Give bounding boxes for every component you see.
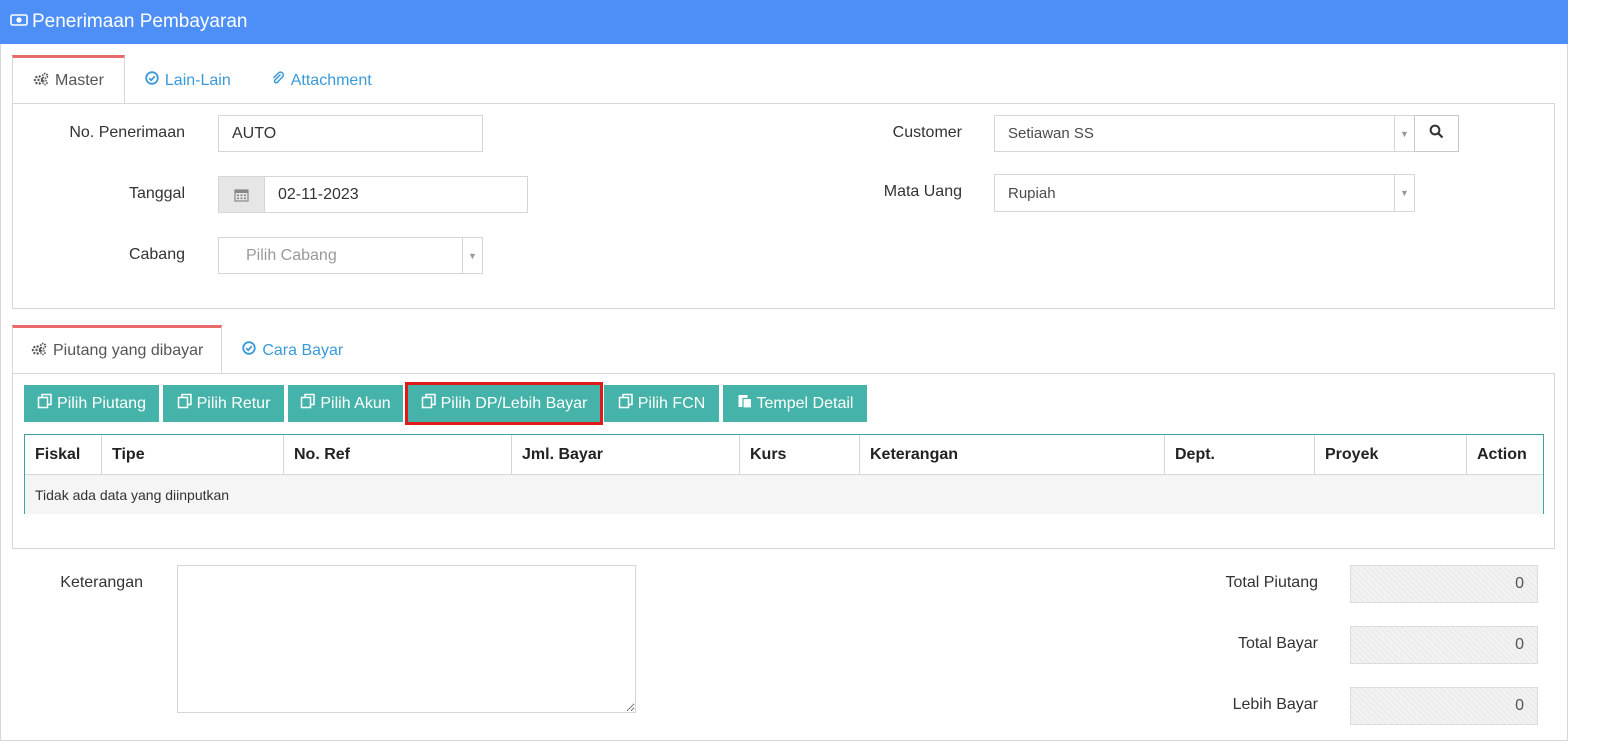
tanggal-input[interactable]: 02-11-2023 [218, 176, 528, 213]
customer-value: Setiawan SS [1008, 125, 1094, 142]
calendar-icon[interactable] [219, 177, 265, 212]
cabang-placeholder: Pilih Cabang [246, 246, 337, 264]
table-header: Fiskal Tipe No. Ref Jml. Bayar Kurs Kete… [25, 435, 1543, 475]
pilih-akun-label: Pilih Akun [320, 394, 391, 412]
tab-cara-bayar-label: Cara Bayar [262, 341, 344, 359]
pilih-akun-button[interactable]: Pilih Akun [288, 385, 403, 422]
column-header[interactable]: Fiskal [25, 435, 102, 475]
pilih-fcn-button[interactable]: Pilih FCN [604, 385, 719, 422]
window-title-bar: Penerimaan Pembayaran [0, 0, 1568, 44]
total-bayar-label: Total Bayar [1237, 635, 1318, 652]
total-bayar-value: 0 [1515, 636, 1524, 653]
column-header[interactable]: Tipe [102, 435, 284, 475]
chevron-down-icon[interactable]: ▼ [462, 238, 482, 273]
cogs-icon [31, 342, 53, 361]
pilih-retur-label: Pilih Retur [196, 394, 271, 412]
customer-select[interactable]: Setiawan SS ▼ [994, 115, 1415, 152]
copy-icon [177, 393, 197, 414]
no-penerimaan-input[interactable]: AUTO [218, 115, 483, 152]
column-header[interactable]: Action [1467, 435, 1543, 475]
column-header[interactable]: Proyek [1315, 435, 1467, 475]
tempel-detail-button[interactable]: Tempel Detail [723, 385, 867, 422]
chevron-down-icon[interactable]: ▼ [1394, 116, 1414, 151]
total-piutang-label: Total Piutang [1225, 574, 1318, 591]
pilih-piutang-label: Pilih Piutang [57, 394, 146, 412]
lebih-bayar-field: 0 [1350, 687, 1538, 725]
mata-uang-select[interactable]: Rupiah ▼ [994, 174, 1415, 212]
column-header[interactable]: No. Ref [284, 435, 512, 475]
pilih-piutang-button[interactable]: Pilih Piutang [24, 385, 159, 422]
copy-icon [421, 393, 441, 414]
table-empty-message: Tidak ada data yang diinputkan [25, 475, 1543, 514]
copy-icon [300, 393, 320, 414]
tanggal-label: Tanggal [128, 185, 185, 202]
paste-icon [737, 393, 757, 414]
detail-tabs: Piutang yang dibayar Cara Bayar [12, 325, 363, 374]
paperclip-icon [271, 71, 291, 90]
tab-attachment-label: Attachment [290, 71, 372, 89]
keterangan-label: Keterangan [60, 574, 143, 591]
column-header[interactable]: Jml. Bayar [512, 435, 740, 475]
pilih-retur-button[interactable]: Pilih Retur [163, 385, 284, 422]
money-icon [10, 11, 32, 33]
no-penerimaan-label: No. Penerimaan [69, 124, 185, 141]
tab-master[interactable]: Master [12, 55, 125, 104]
tab-master-label: Master [55, 72, 104, 89]
check-circle-icon [145, 71, 165, 90]
cogs-icon [33, 72, 55, 91]
pilih-fcn-label: Pilih FCN [637, 394, 706, 412]
master-tabs: Master Lain-Lain Attachment [12, 55, 392, 104]
no-penerimaan-value: AUTO [232, 124, 277, 142]
column-header[interactable]: Kurs [740, 435, 860, 475]
tempel-detail-label: Tempel Detail [756, 394, 854, 412]
chevron-down-icon[interactable]: ▼ [1394, 175, 1414, 211]
total-bayar-field: 0 [1350, 626, 1538, 664]
mata-uang-label: Mata Uang [883, 183, 962, 200]
pilih-dp-label: Pilih DP/Lebih Bayar [440, 394, 588, 412]
detail-table: Fiskal Tipe No. Ref Jml. Bayar Kurs Kete… [24, 434, 1544, 514]
mata-uang-value: Rupiah [1008, 184, 1056, 202]
tanggal-value: 02-11-2023 [278, 185, 359, 203]
copy-icon [37, 393, 57, 414]
cabang-label: Cabang [128, 246, 185, 263]
column-header[interactable]: Keterangan [860, 435, 1165, 475]
cabang-select[interactable]: Pilih Cabang ▼ [218, 237, 483, 274]
customer-search-button[interactable] [1414, 115, 1459, 152]
tab-lain-lain-label: Lain-Lain [164, 71, 231, 89]
tab-lain-lain[interactable]: Lain-Lain [125, 55, 251, 103]
total-piutang-field: 0 [1350, 565, 1538, 603]
tab-attachment[interactable]: Attachment [251, 55, 392, 103]
search-icon [1429, 124, 1444, 144]
copy-icon [618, 393, 638, 414]
tab-piutang-yang-dibayar[interactable]: Piutang yang dibayar [12, 325, 223, 374]
column-header[interactable]: Dept. [1165, 435, 1315, 475]
customer-label: Customer [892, 124, 962, 141]
lebih-bayar-label: Lebih Bayar [1232, 696, 1318, 713]
window-title: Penerimaan Pembayaran [32, 11, 248, 32]
lebih-bayar-value: 0 [1515, 697, 1524, 714]
pilih-dp-lebih-bayar-button[interactable]: Pilih DP/Lebih Bayar [408, 385, 600, 422]
total-piutang-value: 0 [1515, 575, 1524, 592]
keterangan-textarea[interactable] [177, 565, 636, 713]
tab-piutang-label: Piutang yang dibayar [53, 342, 204, 359]
check-circle-icon [242, 341, 262, 360]
tab-cara-bayar[interactable]: Cara Bayar [222, 325, 363, 373]
